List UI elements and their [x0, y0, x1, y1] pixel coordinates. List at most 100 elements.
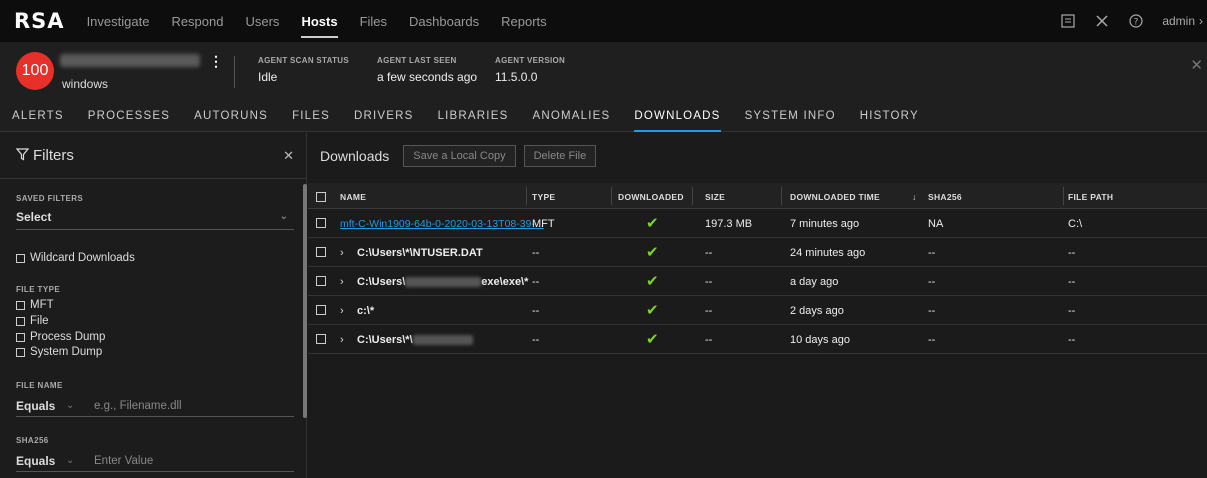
row-checkbox[interactable]: [316, 305, 326, 315]
tab-history[interactable]: HISTORY: [860, 100, 919, 132]
row-checkbox[interactable]: [316, 247, 326, 257]
nav-dashboards[interactable]: Dashboards: [409, 0, 479, 42]
sort-desc-icon[interactable]: ↓: [912, 192, 917, 202]
tab-alerts[interactable]: ALERTS: [12, 100, 64, 132]
rsa-logo: RSA: [14, 9, 65, 33]
chevron-down-icon[interactable]: ⌄: [66, 400, 94, 411]
file-name-filter: Equals ⌄ e.g., Filename.dll: [16, 395, 294, 417]
host-os: windows: [62, 77, 109, 91]
tab-processes[interactable]: PROCESSES: [88, 100, 170, 132]
svg-text:?: ?: [1134, 18, 1139, 28]
agent-scan-status: AGENT SCAN STATUS Idle: [258, 56, 350, 84]
redacted-text: [405, 277, 482, 288]
filters-panel: Filters ✕ SAVED FILTERS Select ⌄ Wildcar…: [0, 133, 307, 478]
sha256-label: SHA256: [16, 436, 49, 445]
file-name-label: FILE NAME: [16, 381, 63, 390]
col-type[interactable]: TYPE: [532, 192, 555, 202]
top-nav: RSA Investigate Respond Users Hosts File…: [0, 0, 1207, 42]
filetype-system-dump-checkbox[interactable]: System Dump: [16, 346, 102, 358]
filters-scrollbar[interactable]: [303, 184, 307, 418]
user-menu[interactable]: admin: [1162, 14, 1195, 28]
filters-title: Filters: [33, 147, 74, 164]
agent-version: AGENT VERSION 11.5.0.0: [495, 56, 566, 84]
nav-respond[interactable]: Respond: [171, 0, 223, 42]
tab-autoruns[interactable]: AUTORUNS: [194, 100, 268, 132]
downloads-header: Downloads Save a Local Copy Delete File: [308, 133, 1207, 179]
expand-chevron-icon[interactable]: ›: [340, 334, 344, 346]
table-row[interactable]: mft-C-Win1909-64b-0-2020-03-13T08-39-...…: [308, 209, 1207, 238]
file-name-operator[interactable]: Equals: [16, 399, 66, 413]
table-row[interactable]: › C:\Users\ exe\exe\* -- ✔ -- a day ago -…: [308, 267, 1207, 296]
redacted-text: [412, 335, 473, 346]
table-row[interactable]: › C:\Users\*\ -- ✔ -- 10 days ago -- --: [308, 325, 1207, 354]
row-checkbox[interactable]: [316, 276, 326, 286]
saved-filters-select[interactable]: Select ⌄: [16, 210, 294, 230]
col-name[interactable]: NAME: [340, 192, 366, 202]
sha256-filter: Equals ⌄ Enter Value: [16, 450, 294, 472]
filter-icon: [15, 147, 30, 164]
file-name-link[interactable]: mft-C-Win1909-64b-0-2020-03-13T08-39-...: [340, 218, 544, 230]
checkbox[interactable]: [16, 253, 25, 263]
nav-users[interactable]: Users: [245, 0, 279, 42]
close-filters-icon[interactable]: ✕: [283, 148, 294, 164]
downloads-title: Downloads: [320, 148, 390, 164]
expand-chevron-icon[interactable]: ›: [340, 247, 344, 259]
chevron-down-icon[interactable]: ⌄: [66, 455, 94, 466]
filetype-mft-checkbox[interactable]: MFT: [16, 299, 54, 311]
risk-score-badge: 100: [16, 52, 54, 90]
host-tabs: ALERTS PROCESSES AUTORUNS FILES DRIVERS …: [0, 100, 1207, 132]
sha256-operator[interactable]: Equals: [16, 454, 66, 468]
delete-file-button[interactable]: Delete File: [523, 145, 597, 167]
downloads-panel: Downloads Save a Local Copy Delete File …: [308, 133, 1207, 478]
table-row[interactable]: › C:\Users\*\NTUSER.DAT -- ✔ -- 24 minut…: [308, 238, 1207, 267]
nav-files[interactable]: Files: [360, 0, 387, 42]
sha256-input[interactable]: Enter Value: [94, 455, 153, 467]
col-downloaded[interactable]: DOWNLOADED: [618, 192, 684, 202]
filetype-file-checkbox[interactable]: File: [16, 315, 49, 327]
file-name-input[interactable]: e.g., Filename.dll: [94, 400, 182, 412]
save-local-copy-button[interactable]: Save a Local Copy: [403, 145, 516, 167]
tab-libraries[interactable]: LIBRARIES: [438, 100, 509, 132]
expand-chevron-icon[interactable]: ›: [340, 305, 344, 317]
tab-system-info[interactable]: SYSTEM INFO: [745, 100, 836, 132]
select-all-checkbox[interactable]: [316, 192, 326, 202]
col-sha256[interactable]: SHA256: [928, 192, 962, 202]
downloaded-check-icon: ✔: [646, 244, 659, 261]
hostname-redacted: [60, 54, 200, 67]
nav-investigate[interactable]: Investigate: [87, 0, 150, 42]
expand-chevron-icon[interactable]: ›: [340, 276, 344, 288]
row-checkbox[interactable]: [316, 334, 326, 344]
wildcard-downloads-checkbox[interactable]: Wildcard Downloads: [16, 252, 135, 264]
downloaded-check-icon: ✔: [646, 331, 659, 348]
downloads-table: NAME TYPE DOWNLOADED SIZE DOWNLOADED TIM…: [308, 183, 1207, 354]
chevron-right-icon[interactable]: ›: [1199, 14, 1203, 28]
tab-anomalies[interactable]: ANOMALIES: [532, 100, 610, 132]
filters-header: Filters ✕: [0, 133, 306, 179]
saved-filters-label: SAVED FILTERS: [16, 194, 84, 203]
tools-icon[interactable]: [1094, 13, 1110, 29]
col-size[interactable]: SIZE: [705, 192, 725, 202]
agent-last-seen: AGENT LAST SEEN a few seconds ago: [377, 56, 478, 84]
col-file-path[interactable]: FILE PATH: [1068, 192, 1113, 202]
help-icon[interactable]: ?: [1128, 13, 1144, 29]
tab-downloads[interactable]: DOWNLOADS: [634, 100, 721, 132]
downloaded-check-icon: ✔: [646, 273, 659, 290]
chevron-down-icon: ⌄: [279, 211, 288, 222]
divider: [234, 56, 235, 88]
filetype-process-dump-checkbox[interactable]: Process Dump: [16, 331, 105, 343]
col-downloaded-time[interactable]: DOWNLOADED TIME: [790, 192, 880, 202]
downloaded-check-icon: ✔: [646, 302, 659, 319]
tab-files[interactable]: FILES: [292, 100, 330, 132]
notes-icon[interactable]: [1060, 13, 1076, 29]
close-icon[interactable]: ✕: [1190, 56, 1203, 74]
more-actions-icon[interactable]: ⋮: [209, 53, 223, 70]
nav-reports[interactable]: Reports: [501, 0, 547, 42]
file-type-label: FILE TYPE: [16, 285, 61, 294]
host-header: 100 ⋮ windows AGENT SCAN STATUS Idle AGE…: [0, 42, 1207, 100]
table-header: NAME TYPE DOWNLOADED SIZE DOWNLOADED TIM…: [308, 183, 1207, 209]
table-row[interactable]: › c:\* -- ✔ -- 2 days ago -- --: [308, 296, 1207, 325]
downloaded-check-icon: ✔: [646, 215, 659, 232]
tab-drivers[interactable]: DRIVERS: [354, 100, 414, 132]
nav-hosts[interactable]: Hosts: [301, 0, 338, 42]
row-checkbox[interactable]: [316, 218, 326, 228]
